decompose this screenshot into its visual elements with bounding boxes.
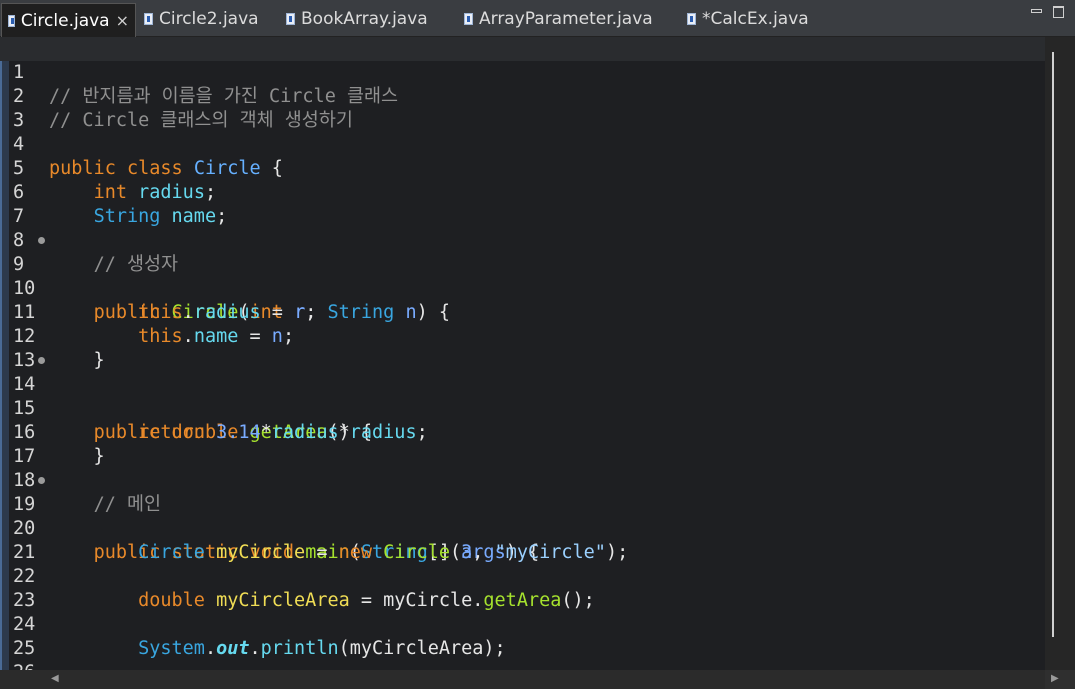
code-line: 26 } — [0, 637, 1045, 670]
code-line: 24 System.out.println(myCircleArea); — [0, 589, 1045, 659]
code-editor[interactable]: 1 // 반지름과 이름을 가진 Circle 클래스 2 // Circle … — [0, 37, 1045, 670]
code-line: 1 // 반지름과 이름을 가진 Circle 클래스 — [0, 37, 1045, 107]
code-line: 20 Circle myCircle = new Circle(3, "myCi… — [0, 493, 1045, 563]
code-line: 15 return 3.14*radius*radius; — [0, 373, 1045, 443]
tab-circle-java[interactable]: Circle.java × — [1, 3, 136, 37]
maximize-icon[interactable] — [1053, 6, 1064, 18]
code-line: 10 this.radius = r; — [0, 253, 1045, 323]
code-line: 23 — [0, 565, 1045, 611]
java-file-icon — [464, 13, 473, 25]
code-line: 17 — [0, 421, 1045, 467]
code-line: 22 double myCircleArea = myCircle.getAre… — [0, 541, 1045, 611]
code-line: 5 int radius; — [0, 133, 1045, 203]
code-line: 13 — [0, 325, 1045, 371]
fold-marker-icon[interactable] — [38, 357, 45, 364]
tab-label: *CalcEx.java — [702, 9, 809, 29]
close-tab-icon[interactable]: × — [116, 11, 129, 30]
tab-arrayparameter-java[interactable]: ArrayParameter.java — [458, 4, 653, 34]
fold-marker-icon[interactable] — [38, 237, 45, 244]
code-line: 2 // Circle 클래스의 객체 생성하기 — [0, 61, 1045, 131]
tab-calcex-java[interactable]: *CalcEx.java — [681, 4, 809, 34]
code-line: 21 — [0, 517, 1045, 563]
code-line: 6 String name; — [0, 157, 1045, 227]
code-line: 3 — [0, 85, 1045, 131]
java-file-icon — [8, 14, 15, 27]
vertical-scrollbar[interactable] — [1045, 37, 1075, 670]
code-line: 11 this.name = n; — [0, 277, 1045, 347]
tab-circle2-java[interactable]: Circle2.java — [138, 4, 259, 34]
code-line: 7 — [0, 181, 1045, 227]
scrollbar-thumb[interactable] — [1052, 52, 1054, 637]
code-line: 18 // 메인 — [0, 445, 1045, 515]
code-line: 14 public double getArea() { — [0, 349, 1045, 443]
tab-bookarray-java[interactable]: BookArray.java — [280, 4, 428, 34]
java-file-icon — [687, 13, 696, 25]
fold-marker-icon[interactable] — [38, 477, 45, 484]
java-file-icon — [286, 13, 295, 25]
scroll-right-arrow-icon[interactable]: ▶ — [1051, 673, 1059, 684]
java-file-icon — [144, 13, 153, 25]
editor-tab-bar: Circle.java × Circle2.java BookArray.jav… — [0, 0, 1075, 37]
scroll-left-arrow-icon[interactable]: ◀ — [51, 673, 59, 684]
code-line: 9 public Circle(int r, String n) { — [0, 229, 1045, 323]
minimize-icon[interactable] — [1031, 9, 1042, 13]
tab-label: Circle.java — [20, 10, 110, 31]
tab-label: ArrayParameter.java — [479, 9, 653, 29]
code-line: 25 — [0, 613, 1045, 659]
scrollbar-corner — [0, 670, 45, 689]
code-line: 4 public class Circle { — [0, 109, 1045, 179]
horizontal-scrollbar[interactable]: ◀ — [45, 670, 1045, 689]
code-line: 8 // 생성자 — [0, 205, 1045, 275]
line-number: 26 — [13, 661, 39, 670]
tab-label: Circle2.java — [159, 9, 259, 29]
tab-label: BookArray.java — [301, 9, 428, 29]
code-line: 12 } — [0, 301, 1045, 371]
code-line: 19 public static void main(String[] args… — [0, 469, 1045, 563]
code-line: 16 } — [0, 397, 1045, 467]
